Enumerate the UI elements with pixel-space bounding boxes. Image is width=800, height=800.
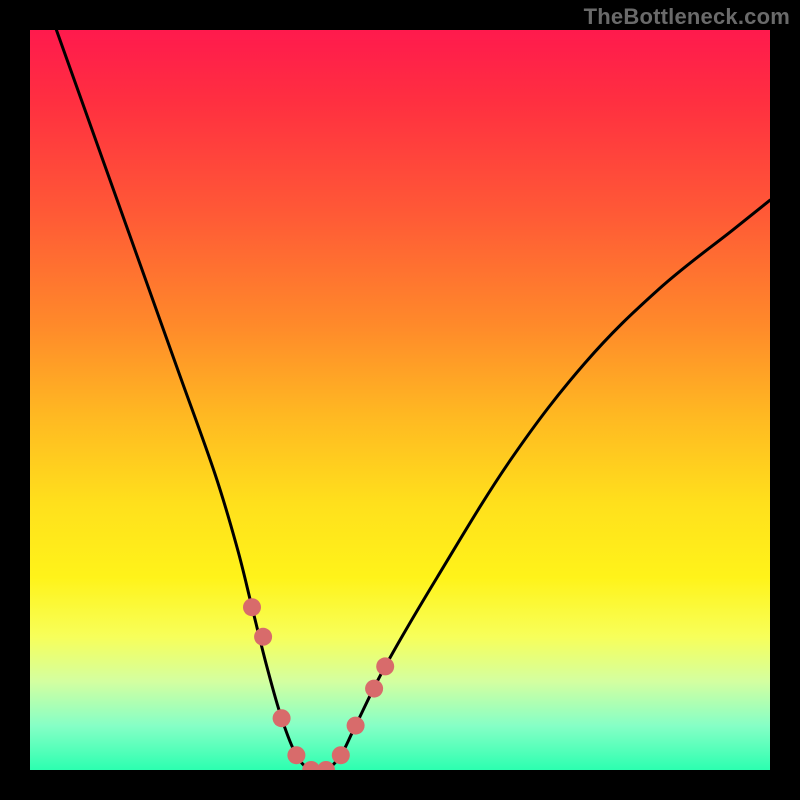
curve-layer: [30, 30, 770, 770]
highlight-dot: [365, 680, 383, 698]
highlight-dot: [273, 709, 291, 727]
watermark-text: TheBottleneck.com: [584, 4, 790, 30]
highlight-dot: [254, 628, 272, 646]
highlight-dot: [243, 598, 261, 616]
plot-area: [30, 30, 770, 770]
highlight-dot: [317, 761, 335, 770]
bottleneck-curve: [30, 30, 770, 770]
highlight-dot: [287, 746, 305, 764]
highlight-dot: [347, 717, 365, 735]
highlight-dot: [376, 657, 394, 675]
highlight-dot: [332, 746, 350, 764]
highlight-dots: [243, 598, 394, 770]
chart-frame: TheBottleneck.com: [0, 0, 800, 800]
